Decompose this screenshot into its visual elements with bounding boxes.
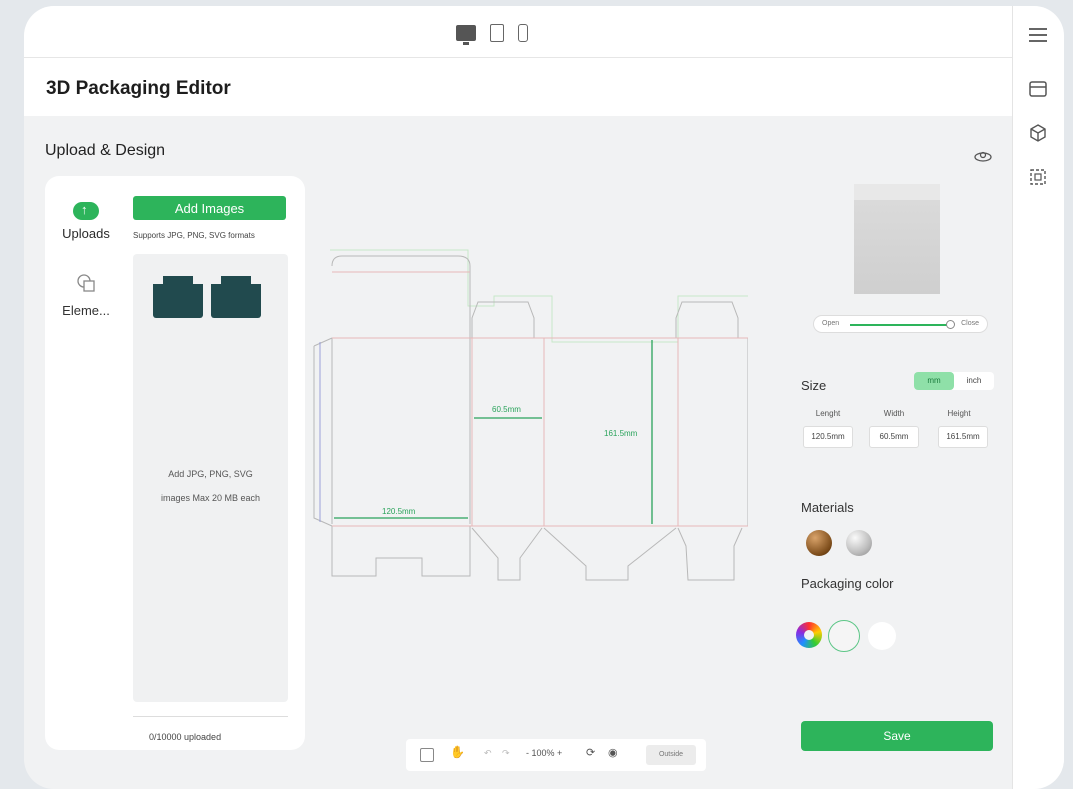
save-button[interactable]: Save <box>801 721 993 751</box>
slider-track <box>850 324 950 326</box>
close-label: Close <box>961 320 979 327</box>
thumbnail-image[interactable] <box>153 276 203 318</box>
frame-icon[interactable] <box>1027 166 1049 188</box>
uploaded-count: 0/10000 uploaded <box>149 732 222 742</box>
materials-label: Materials <box>801 500 854 515</box>
tab-elements[interactable]: Eleme... <box>53 272 119 318</box>
slider-knob[interactable] <box>946 320 955 329</box>
cloud-upload-icon <box>73 202 99 220</box>
title-bar: 3D Packaging Editor <box>24 58 1012 116</box>
eye-icon[interactable]: ◉ <box>608 746 618 759</box>
cube-icon[interactable] <box>1027 122 1049 144</box>
tab-label: Uploads <box>62 226 110 241</box>
sync-icon[interactable]: ⟳ <box>586 746 595 759</box>
width-input[interactable]: 60.5mm <box>869 426 919 448</box>
redo-icon[interactable]: ↷ <box>502 748 510 759</box>
drop-hint-line: images Max 20 MB each <box>160 493 261 503</box>
color-wheel-icon[interactable] <box>796 622 822 648</box>
zoom-control[interactable]: - 100% + <box>526 748 562 758</box>
height-input[interactable]: 161.5mm <box>938 426 988 448</box>
length-input[interactable]: 120.5mm <box>803 426 853 448</box>
undo-icon[interactable]: ↶ <box>484 748 492 759</box>
upload-thumbnails <box>153 276 261 318</box>
tab-label: Eleme... <box>62 303 110 318</box>
dieline-canvas[interactable]: 60.5mm 161.5mm 120.5mm <box>308 246 748 586</box>
right-rail <box>1012 6 1064 789</box>
outside-toggle[interactable]: Outside <box>646 745 696 765</box>
silver-material-swatch[interactable] <box>846 530 872 556</box>
canvas-toolbar: ✋ ↶ ↷ - 100% + ⟳ ◉ Outside <box>406 739 706 771</box>
size-label: Size <box>801 378 827 393</box>
device-switcher <box>456 24 528 45</box>
3d-box-preview[interactable] <box>854 184 940 294</box>
shapes-icon <box>53 272 119 297</box>
thumbnail-image[interactable] <box>211 276 261 318</box>
drop-hint-line: Add JPG, PNG, SVG <box>168 469 253 479</box>
drop-area[interactable]: Add JPG, PNG, SVG images Max 20 MB each <box>133 254 288 702</box>
add-images-button[interactable]: Add Images <box>133 196 286 220</box>
width-label: Width <box>883 409 905 418</box>
color-swatch-selected[interactable] <box>828 620 860 652</box>
divider <box>133 716 288 717</box>
fold-lines <box>332 271 748 527</box>
hand-tool-icon[interactable]: ✋ <box>450 745 465 759</box>
hamburger-menu-icon[interactable] <box>1027 24 1049 46</box>
desktop-icon[interactable] <box>456 25 476 45</box>
phone-icon[interactable] <box>518 24 528 42</box>
length-dimension-label: 120.5mm <box>382 507 416 516</box>
height-label: Height <box>947 409 971 418</box>
height-dimension-label: 161.5mm <box>604 429 638 438</box>
device-bar <box>24 6 1012 58</box>
open-label: Open <box>822 320 840 327</box>
3d-view-icon[interactable] <box>974 149 992 165</box>
app-title: 3D Packaging Editor <box>46 78 231 99</box>
unit-mm-button[interactable]: mm <box>914 372 954 390</box>
length-label: Lenght <box>815 409 841 418</box>
unit-inch-button[interactable]: inch <box>954 372 994 390</box>
section-title: Upload & Design <box>45 142 166 159</box>
open-close-slider[interactable]: Open Close <box>813 315 988 333</box>
tab-uploads[interactable]: Uploads <box>53 202 119 241</box>
tablet-icon[interactable] <box>490 24 504 42</box>
drop-hint: Add JPG, PNG, SVG images Max 20 MB each <box>133 462 288 510</box>
support-text: Supports JPG, PNG, SVG formats <box>133 231 255 240</box>
wood-material-swatch[interactable] <box>806 530 832 556</box>
editor-window: 3D Packaging Editor Upload & Design Uplo… <box>24 6 1064 789</box>
select-tool-icon[interactable] <box>420 748 434 762</box>
packaging-color-label: Packaging color <box>801 576 894 591</box>
unit-toggle: mm inch <box>914 372 994 390</box>
store-icon[interactable] <box>1027 78 1049 100</box>
color-swatch-white[interactable] <box>868 622 896 650</box>
bleed-outline <box>330 249 748 343</box>
width-dimension-label: 60.5mm <box>492 405 521 414</box>
left-panel: Uploads Eleme... Add Images Supports JPG… <box>45 176 305 750</box>
